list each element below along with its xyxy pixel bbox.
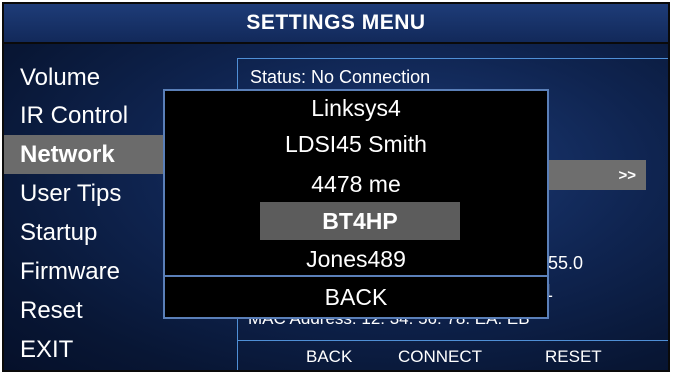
reset-button[interactable]: RESET — [545, 347, 602, 367]
network-item-4478-me[interactable]: 4478 me — [165, 171, 547, 198]
connection-status: Status: No Connection — [250, 67, 431, 87]
network-select-arrow[interactable]: >> — [548, 160, 646, 190]
sidebar-menu: Volume IR Control Network User Tips Star… — [4, 60, 164, 369]
network-item-bt4hp[interactable]: BT4HP — [260, 202, 460, 240]
sidebar-item-user-tips[interactable]: User Tips — [4, 174, 164, 213]
network-list-popup: Linksys4 LDSI45 Smith 4478 me BT4HP Jone… — [163, 89, 549, 319]
sidebar-item-network[interactable]: Network — [4, 135, 164, 174]
network-item-linksys4[interactable]: Linksys4 — [165, 95, 547, 122]
sidebar-item-reset[interactable]: Reset — [4, 291, 164, 330]
sidebar-item-exit[interactable]: EXIT — [4, 330, 164, 369]
network-item-ldsi45-smith[interactable]: LDSI45 Smith — [165, 131, 547, 158]
sidebar-item-volume[interactable]: Volume — [4, 60, 164, 96]
network-item-jones489[interactable]: Jones489 — [165, 246, 547, 273]
sidebar-item-firmware[interactable]: Firmware — [4, 252, 164, 291]
sidebar-item-ir-control[interactable]: IR Control — [4, 96, 164, 135]
back-button[interactable]: BACK — [306, 347, 352, 367]
connect-button[interactable]: CONNECT — [398, 347, 482, 367]
settings-screen: SETTINGS MENU Volume IR Control Network … — [2, 2, 670, 372]
sidebar-item-startup[interactable]: Startup — [4, 213, 164, 252]
popup-back-button[interactable]: BACK — [165, 275, 547, 317]
page-title: SETTINGS MENU — [4, 4, 668, 44]
panel-button-bar: BACK CONNECT RESET — [238, 340, 668, 370]
